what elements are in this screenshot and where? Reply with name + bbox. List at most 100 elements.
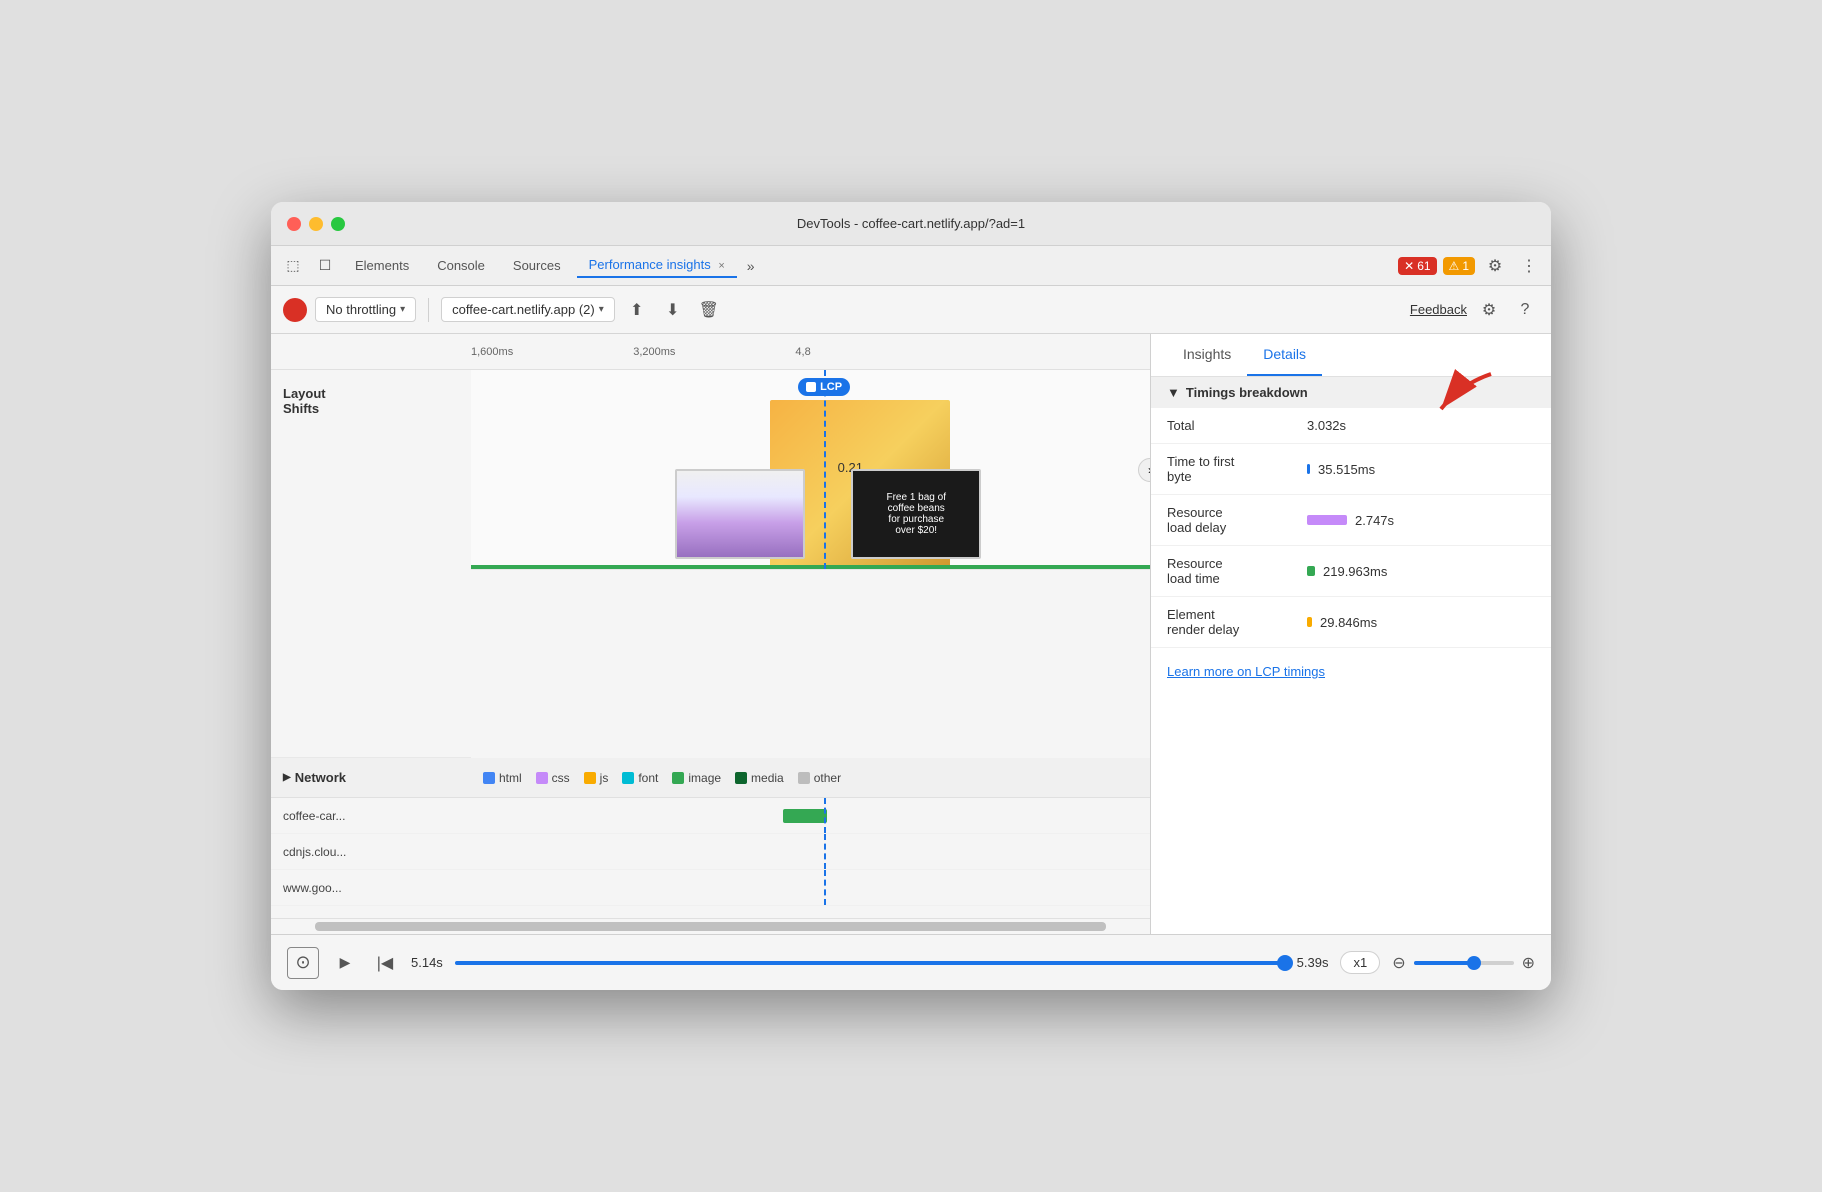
timing-bar-resource-load-time xyxy=(1307,566,1315,576)
device-icon[interactable]: ☐ xyxy=(311,252,339,280)
tab-elements[interactable]: Elements xyxy=(343,254,421,277)
timeline-header: 1,600ms 3,200ms 4,8 xyxy=(271,334,1150,370)
right-panel: Insights Details xyxy=(1151,334,1551,934)
network-file-row-1[interactable]: coffee-car... xyxy=(271,798,1150,834)
minimize-button[interactable] xyxy=(309,217,323,231)
font-color-dot xyxy=(622,772,634,784)
timing-bar-element-render-delay xyxy=(1307,617,1312,627)
zoom-in-icon[interactable]: ⊕ xyxy=(1522,953,1535,973)
network-legend: html css js font xyxy=(471,771,853,785)
url-dropdown[interactable]: coffee-cart.netlify.app (2) ▾ xyxy=(441,297,615,322)
legend-css: css xyxy=(536,771,570,785)
lcp-marker: LCP xyxy=(798,378,850,396)
network-file-row-3[interactable]: www.goo... xyxy=(271,870,1150,906)
timing-label-ttfb: Time to firstbyte xyxy=(1167,454,1307,484)
tab-performance-insights[interactable]: Performance insights × xyxy=(577,253,737,278)
timing-bar-resource-load-delay xyxy=(1307,515,1347,525)
other-color-dot xyxy=(798,772,810,784)
tab-insights[interactable]: Insights xyxy=(1167,334,1247,376)
warning-icon: ⚠ xyxy=(1449,259,1460,273)
delete-icon[interactable]: 🗑 xyxy=(695,296,723,324)
timing-row-resource-load-delay: Resourceload delay 2.747s xyxy=(1151,495,1551,546)
file-bar-area-1 xyxy=(471,798,1150,833)
timing-row-element-render-delay: Elementrender delay 29.846ms xyxy=(1151,597,1551,648)
skip-to-start-icon[interactable]: |◀ xyxy=(371,949,399,977)
time-markers: 1,600ms 3,200ms 4,8 xyxy=(471,346,931,358)
scrubber-track[interactable] xyxy=(455,961,1285,965)
zoom-out-icon[interactable]: ⊖ xyxy=(1392,953,1405,973)
timing-label-total: Total xyxy=(1167,418,1307,433)
error-icon: ✕ xyxy=(1404,259,1414,273)
tab-details[interactable]: Details xyxy=(1247,334,1322,376)
lcp-icon xyxy=(806,382,816,392)
learn-more-link[interactable]: Learn more on LCP timings xyxy=(1151,648,1551,695)
green-bar xyxy=(471,565,1150,569)
tab-sources[interactable]: Sources xyxy=(501,254,573,277)
media-color-dot xyxy=(735,772,747,784)
errors-badge[interactable]: ✕ 61 xyxy=(1398,257,1436,275)
record-button[interactable] xyxy=(283,298,307,322)
file-dashed-line-1 xyxy=(824,798,826,833)
tab-close-icon[interactable]: × xyxy=(718,260,724,272)
toolbar-divider-1 xyxy=(428,298,429,322)
play-button[interactable]: ▶ xyxy=(331,949,359,977)
time-marker-2: 3,200ms xyxy=(633,346,675,358)
timing-bar-ttfb xyxy=(1307,464,1310,474)
timing-label-resource-load-time: Resourceload time xyxy=(1167,556,1307,586)
export-icon[interactable]: ⬆ xyxy=(623,296,651,324)
tab-right-actions: ✕ 61 ⚠ 1 ⚙ ⋮ xyxy=(1398,252,1543,280)
time-end-display: 5.39s xyxy=(1297,955,1329,970)
layout-shifts-label: LayoutShifts xyxy=(271,370,471,758)
scrollbar-thumb[interactable] xyxy=(315,922,1106,931)
cursor-icon[interactable]: ⬚ xyxy=(279,252,307,280)
import-icon[interactable]: ⬇ xyxy=(659,296,687,324)
screenshot-preview-icon[interactable]: ⊙ xyxy=(287,947,319,979)
screenshot-before-image xyxy=(677,471,803,557)
legend-font: font xyxy=(622,771,658,785)
file-dashed-line-3 xyxy=(824,870,826,905)
network-label[interactable]: ▶ Network xyxy=(271,770,471,785)
timeline-content: LayoutShifts LCP 0.2 xyxy=(271,370,1150,934)
settings-gear-icon[interactable]: ⚙ xyxy=(1475,296,1503,324)
warnings-badge[interactable]: ⚠ 1 xyxy=(1443,257,1475,275)
time-marker-1: 1,600ms xyxy=(471,346,513,358)
screenshot-after-image: Free 1 bag ofcoffee beansfor purchaseove… xyxy=(853,471,979,557)
toolbar: No throttling ▾ coffee-cart.netlify.app … xyxy=(271,286,1551,334)
timeline-scrollbar[interactable] xyxy=(271,918,1150,934)
zoom-slider[interactable] xyxy=(1414,961,1514,965)
file-name-3: www.goo... xyxy=(271,881,471,895)
expand-chevron-icon[interactable]: › xyxy=(1138,458,1150,482)
more-options-icon[interactable]: ⋮ xyxy=(1515,252,1543,280)
window-title: DevTools - coffee-cart.netlify.app/?ad=1 xyxy=(797,216,1025,231)
zoom-controls: ⊖ ⊕ xyxy=(1392,953,1535,973)
layout-shifts-track: LCP 0.21 Fre xyxy=(471,370,1150,570)
file-name-1: coffee-car... xyxy=(271,809,471,823)
bottom-toolbar: ⊙ ▶ |◀ 5.14s 5.39s x1 ⊖ ⊕ xyxy=(271,934,1551,990)
html-color-dot xyxy=(483,772,495,784)
more-tabs-icon[interactable]: » xyxy=(741,254,761,278)
tab-console[interactable]: Console xyxy=(425,254,497,277)
red-arrow-annotation xyxy=(1421,364,1501,429)
fullscreen-button[interactable] xyxy=(331,217,345,231)
zoom-slider-thumb[interactable] xyxy=(1467,956,1481,970)
timeline-scrubber[interactable] xyxy=(455,953,1285,973)
zoom-level-display: x1 xyxy=(1340,951,1380,974)
scrubber-thumb[interactable] xyxy=(1277,955,1293,971)
throttling-dropdown[interactable]: No throttling ▾ xyxy=(315,297,416,322)
close-button[interactable] xyxy=(287,217,301,231)
network-file-row-2[interactable]: cdnjs.clou... xyxy=(271,834,1150,870)
help-icon[interactable]: ? xyxy=(1511,296,1539,324)
settings-icon[interactable]: ⚙ xyxy=(1481,252,1509,280)
timing-row-ttfb: Time to firstbyte 35.515ms xyxy=(1151,444,1551,495)
image-color-dot xyxy=(672,772,684,784)
css-color-dot xyxy=(536,772,548,784)
feedback-link[interactable]: Feedback xyxy=(1410,302,1467,317)
timing-label-resource-load-delay: Resourceload delay xyxy=(1167,505,1307,535)
zoom-slider-fill xyxy=(1414,961,1469,965)
main-area: 1,600ms 3,200ms 4,8 LayoutShifts xyxy=(271,334,1551,934)
url-arrow-icon: ▾ xyxy=(599,304,604,315)
legend-js: js xyxy=(584,771,609,785)
network-triangle-icon: ▶ xyxy=(283,772,291,783)
layout-shifts-section: LayoutShifts LCP 0.2 xyxy=(271,370,1150,758)
timing-value-resource-load-time: 219.963ms xyxy=(1307,564,1387,579)
